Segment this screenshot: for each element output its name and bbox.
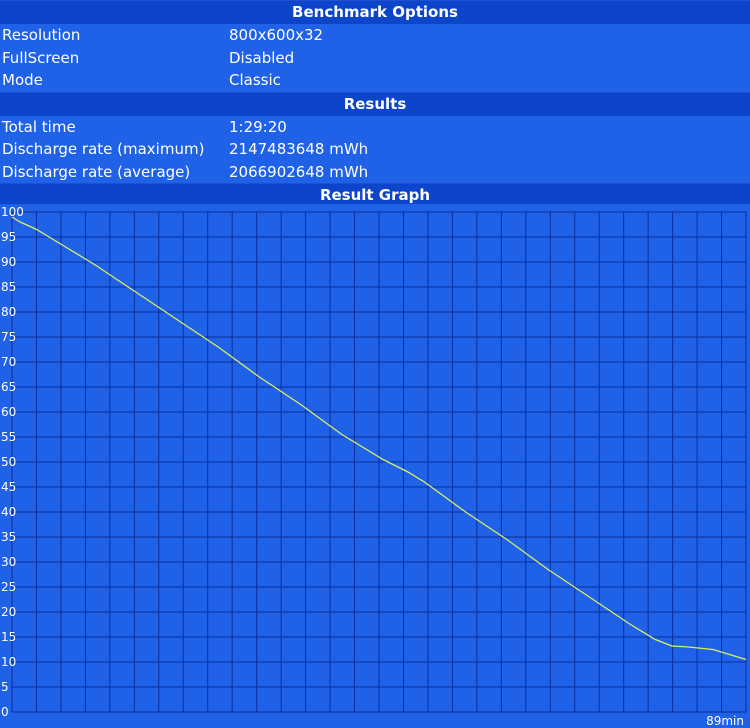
y-tick-label: 75 (1, 330, 16, 344)
y-tick-label: 60 (1, 405, 16, 419)
option-value: Disabled (229, 48, 295, 67)
y-tick-label: 80 (1, 305, 16, 319)
y-tick-label: 10 (1, 655, 16, 669)
benchmark-options-rows: Resolution 800x600x32 FullScreen Disable… (0, 24, 750, 92)
results-rows: Total time 1:29:20 Discharge rate (maxim… (0, 115, 750, 184)
y-tick-label: 50 (1, 455, 16, 469)
option-row-fullscreen: FullScreen Disabled (0, 47, 750, 70)
y-tick-label: 15 (1, 630, 16, 644)
y-tick-label: 65 (1, 380, 16, 394)
y-tick-label: 25 (1, 580, 16, 594)
y-tick-label: 95 (1, 230, 16, 244)
option-row-mode: Mode Classic (0, 69, 750, 92)
result-graph-area: 0 5 10 15 20 25 30 35 40 45 50 55 60 65 70 75 80 85 90 95 10… (0, 204, 750, 728)
battery-graph: 0510152025303540455055606570758085909510… (1, 205, 747, 728)
result-row-discharge-max: Discharge rate (maximum) 2147483648 mWh (0, 138, 750, 161)
y-tick-label: 5 (1, 680, 9, 694)
y-tick-label: 40 (1, 505, 16, 519)
result-label: Discharge rate (maximum) (2, 140, 205, 158)
result-value: 2066902648 mWh (229, 162, 369, 181)
y-tick-label: 30 (1, 555, 16, 569)
result-row-discharge-avg: Discharge rate (average) 2066902648 mWh (0, 161, 750, 184)
x-end-label: 89min (706, 714, 744, 728)
y-tick-label: 35 (1, 530, 16, 544)
results-header: Results (0, 91, 750, 116)
benchmark-options-header: Benchmark Options (0, 0, 750, 24)
option-label: FullScreen (2, 48, 80, 67)
option-label: Mode (2, 71, 43, 89)
y-tick-label: 0 (1, 705, 9, 719)
y-tick-label: 90 (1, 255, 16, 269)
option-value: Classic (229, 71, 281, 89)
y-tick-label: 85 (1, 280, 16, 294)
result-value: 1:29:20 (229, 117, 287, 136)
option-value: 800x600x32 (229, 26, 324, 44)
y-tick-label: 55 (1, 430, 16, 444)
result-value: 2147483648 mWh (229, 140, 369, 158)
option-row-resolution: Resolution 800x600x32 (0, 24, 750, 47)
y-tick-label: 20 (1, 605, 16, 619)
result-row-total-time: Total time 1:29:20 (0, 116, 750, 139)
option-label: Resolution (2, 26, 81, 44)
y-tick-label: 70 (1, 355, 16, 369)
y-tick-label: 45 (1, 480, 16, 494)
result-label: Discharge rate (average) (2, 162, 191, 181)
result-label: Total time (2, 117, 76, 136)
